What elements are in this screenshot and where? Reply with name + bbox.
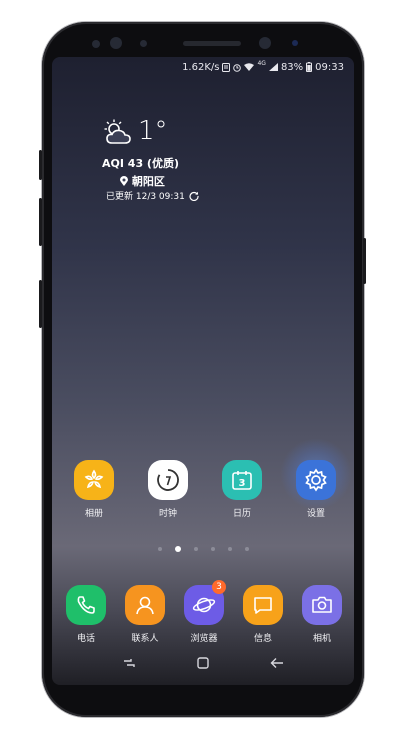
app-label: 时钟 [158,509,177,519]
camera-icon [302,585,342,625]
air-quality-index: AQI 43 (优质) [102,157,179,170]
network-type: 4G [257,60,266,67]
notification-badge: 3 [212,580,226,594]
dock-app-phone[interactable]: 电话 [58,585,114,644]
wifi-icon [244,63,255,71]
page-dot[interactable] [210,547,215,551]
iris-sensor [110,37,122,49]
gallery-icon [74,460,114,500]
home-icon[interactable] [196,656,210,670]
dock-app-contacts[interactable]: 联系人 [117,585,173,644]
earpiece-speaker [183,41,241,46]
page-dot[interactable] [244,547,249,551]
weather-updated: 已更新 12/3 09:31 [106,189,199,202]
alarm-icon [233,63,242,72]
volume-up-button [39,150,42,180]
settings-gear-icon [296,460,336,500]
dock-app-camera[interactable]: 相机 [294,585,350,644]
power-button [363,238,366,284]
app-calendar[interactable]: 3 日历 [214,460,270,519]
contacts-icon [125,585,165,625]
clock-icon [148,460,188,500]
notification-icon [222,62,231,72]
temperature: 1° [138,116,168,146]
clock-time: 09:33 [315,61,344,73]
page-dot[interactable] [193,547,198,551]
battery-icon [306,62,313,72]
browser-icon: 3 [184,580,226,625]
status-bar: 1.62K/s 4G 83% 09:33 [52,57,354,77]
location-name: 朝阳区 [131,175,165,188]
app-label: 设置 [306,509,325,519]
dock-app-messages[interactable]: 信息 [235,585,291,644]
refresh-icon[interactable] [189,191,199,201]
network-speed: 1.62K/s [182,61,220,73]
bixby-button [39,280,42,328]
volume-down-button [39,198,42,246]
front-camera [259,37,271,49]
signal-icon [268,63,278,71]
updated-time: 已更新 12/3 09:31 [106,192,185,202]
location-pin-icon [120,176,128,186]
front-sensors [0,0,400,60]
home-screen: 1.62K/s 4G 83% 09:33 1° AQI 43 (优质) 朝阳区 … [52,57,354,685]
app-label: 相册 [84,509,103,519]
navigation-bar [52,641,354,685]
phone-icon [66,585,106,625]
messages-icon [243,585,283,625]
recent-apps-icon[interactable] [122,656,136,670]
page-dot[interactable] [157,547,162,551]
location: 朝阳区 [120,173,165,189]
dock-app-browser[interactable]: 3 浏览器 [176,580,232,644]
app-clock[interactable]: 时钟 [140,460,196,519]
battery-percent: 83% [280,61,304,73]
proximity-sensor [92,40,100,48]
partly-cloudy-icon [104,119,131,144]
app-label: 日历 [232,509,251,519]
app-settings[interactable]: 设置 [280,438,352,519]
iris-led [292,40,298,46]
svg-text:3: 3 [239,478,246,489]
back-icon[interactable] [270,656,284,670]
light-sensor [140,40,147,47]
app-gallery[interactable]: 相册 [66,460,122,519]
calendar-icon: 3 [222,460,262,500]
page-indicator[interactable] [52,546,354,555]
page-dot[interactable] [227,547,232,551]
page-dot-active[interactable] [174,546,181,552]
